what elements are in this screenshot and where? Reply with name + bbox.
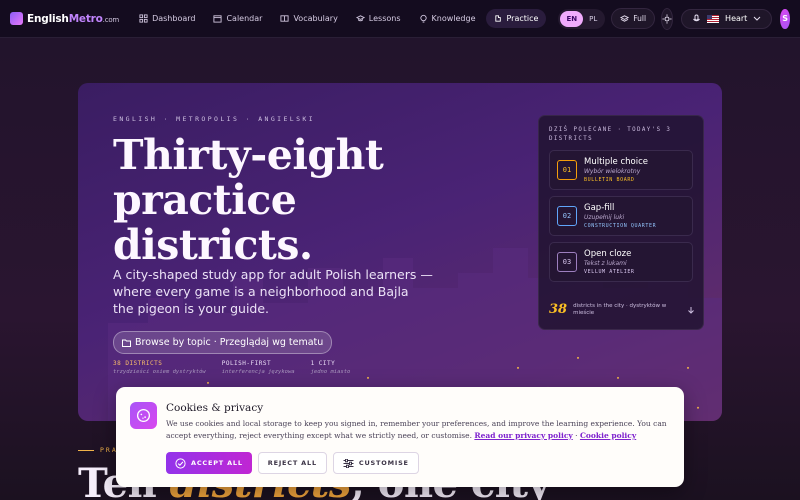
voice-select[interactable]: Heart — [681, 8, 773, 29]
theme-toggle-button[interactable] — [661, 7, 674, 30]
cookie-actions: ACCEPT ALL REJECT ALL CUSTOMISE — [166, 452, 419, 474]
language-switch: EN PL — [558, 8, 606, 29]
lang-pl-button[interactable]: PL — [583, 11, 603, 27]
cookie-title: Cookies & privacy — [166, 402, 264, 414]
layers-icon — [620, 15, 630, 22]
todays-districts-card: DZIŚ POLECANE · TODAY'S 3 DISTRICTS 01 M… — [538, 115, 704, 330]
nav-item-practice[interactable]: Practice — [485, 9, 547, 28]
bulb-icon — [419, 14, 427, 23]
reject-all-button[interactable]: REJECT ALL — [257, 452, 327, 474]
customise-button[interactable]: CUSTOMISE — [332, 452, 419, 474]
logo[interactable]: EnglishMetro.com — [10, 12, 119, 25]
microphone-icon — [693, 14, 700, 21]
cookie-consent-dialog: Cookies & privacy We use cookies and loc… — [116, 387, 684, 487]
user-avatar[interactable]: S — [780, 8, 790, 29]
cookie-body: We use cookies and local storage to keep… — [166, 419, 667, 440]
lang-en-button[interactable]: EN — [560, 10, 584, 27]
graduation-icon — [355, 15, 365, 22]
us-flag-icon — [707, 14, 720, 23]
nav-item-vocabulary[interactable]: Vocabulary — [272, 9, 345, 28]
stat-polish-first: POLISH-FIRST interferencja językowa — [221, 360, 295, 375]
nav-item-lessons[interactable]: Lessons — [348, 9, 409, 28]
card-footer[interactable]: 38 districts in the city · dystryktów w … — [549, 302, 695, 317]
grid-icon — [139, 14, 148, 23]
privacy-policy-link[interactable]: Read our privacy policy — [474, 431, 572, 440]
arrow-down-icon — [688, 306, 694, 314]
district-item-multiple-choice[interactable]: 01 Multiple choice Wybór wielokrotny BUL… — [549, 150, 693, 190]
cookie-policy-link[interactable]: Cookie policy — [580, 431, 636, 440]
hero-panel: ENGLISH · METROPOLIS · ANGIELSKI Thirty-… — [78, 83, 722, 421]
nav-item-dashboard[interactable]: Dashboard — [131, 9, 203, 28]
puzzle-icon — [494, 15, 501, 22]
section-eyebrow: PRA — [78, 446, 118, 454]
accept-all-button[interactable]: ACCEPT ALL — [166, 452, 252, 474]
cookie-icon — [130, 402, 157, 429]
hero-stats: 38 DISTRICTS trzydzieści osiem dystryktó… — [113, 360, 350, 375]
stat-city: 1 CITY jedno miasto — [310, 360, 351, 375]
book-icon — [280, 15, 290, 22]
sun-icon — [662, 14, 672, 23]
hero-eyebrow: ENGLISH · METROPOLIS · ANGIELSKI — [113, 115, 316, 123]
hero-headline: Thirty-eight practice districts. — [113, 131, 384, 269]
sliders-icon — [343, 458, 354, 468]
full-mode-button[interactable]: Full — [611, 8, 656, 29]
hero-subtitle: A city-shaped study app for adult Polish… — [113, 267, 433, 316]
nav-item-calendar[interactable]: Calendar — [205, 9, 270, 28]
card-title: DZIŚ POLECANE · TODAY'S 3 DISTRICTS — [549, 127, 672, 142]
district-item-open-cloze[interactable]: 03 Open cloze Tekst z lukami VELLUM ATEL… — [549, 242, 693, 282]
calendar-icon — [213, 15, 223, 23]
chevron-down-icon — [753, 16, 761, 21]
nav-item-knowledge[interactable]: Knowledge — [411, 9, 484, 28]
logo-icon — [10, 12, 23, 25]
folder-icon — [122, 339, 131, 347]
stat-districts: 38 DISTRICTS trzydzieści osiem dystryktó… — [113, 360, 206, 375]
browse-by-topic-button[interactable]: Browse by topic · Przeglądaj wg tematu — [113, 331, 333, 354]
check-circle-icon — [175, 457, 186, 469]
top-navigation: EnglishMetro.com Dashboard Calendar Voca… — [0, 0, 800, 38]
district-item-gap-fill[interactable]: 02 Gap-fill Uzupełnij luki CONSTRUCTION … — [549, 196, 693, 236]
